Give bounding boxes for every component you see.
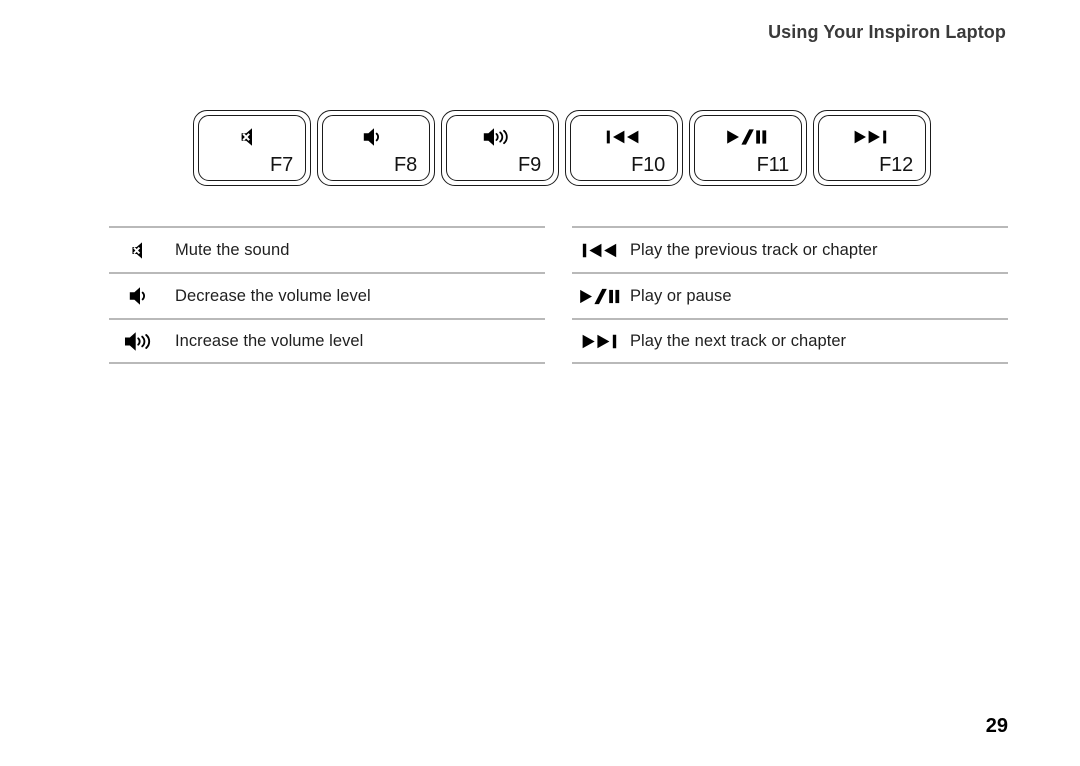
- legend-right-row-0-text: Play the previous track or chapter: [630, 240, 878, 259]
- function-key-f8-face: F8: [322, 115, 430, 181]
- table-row: Play the previous track or chapter: [572, 226, 1008, 272]
- function-key-f7-face: F7: [198, 115, 306, 181]
- table-row: Decrease the volume level: [109, 272, 545, 318]
- table-row: Mute the sound: [109, 226, 545, 272]
- next-track-icon: [819, 124, 925, 150]
- legend-table-right: Play the previous track or chapter Play …: [572, 226, 1008, 364]
- legend-left-row-1-text: Decrease the volume level: [175, 286, 371, 305]
- legend-table-left: Mute the sound Decrease the volume level…: [109, 226, 545, 364]
- function-key-f7[interactable]: F7: [193, 110, 311, 186]
- function-key-f8[interactable]: F8: [317, 110, 435, 186]
- volume-down-icon: [323, 124, 429, 150]
- function-key-f12-face: F12: [818, 115, 926, 181]
- function-key-f11-face: F11: [694, 115, 802, 181]
- legend-right-row-2-text: Play the next track or chapter: [630, 331, 847, 350]
- page-header-title: Using Your Inspiron Laptop: [768, 22, 1006, 42]
- function-key-f8-label: F8: [394, 154, 417, 176]
- table-row: Play or pause: [572, 272, 1008, 318]
- previous-track-icon: [571, 124, 677, 150]
- volume-up-icon: [447, 124, 553, 150]
- function-key-f10-face: F10: [570, 115, 678, 181]
- page-number: 29: [985, 715, 1008, 737]
- next-track-icon: [572, 333, 630, 350]
- previous-track-icon: [572, 242, 630, 259]
- function-key-f12-label: F12: [879, 154, 913, 176]
- table-row: Increase the volume level: [109, 318, 545, 364]
- mute-icon: [199, 124, 305, 150]
- legend-left-row-2-text: Increase the volume level: [175, 331, 364, 350]
- function-key-f11[interactable]: F11: [689, 110, 807, 186]
- function-key-f10[interactable]: F10: [565, 110, 683, 186]
- legend-right-row-1-text: Play or pause: [630, 286, 732, 305]
- legend-left-row-0-text: Mute the sound: [175, 240, 290, 259]
- function-key-f9[interactable]: F9: [441, 110, 559, 186]
- function-key-f7-label: F7: [270, 154, 293, 176]
- function-key-f9-face: F9: [446, 115, 554, 181]
- function-key-f10-label: F10: [631, 154, 665, 176]
- function-key-row: F7 F8 F9 F10 F11 F12: [193, 110, 931, 186]
- mute-icon: [109, 241, 175, 260]
- function-key-f9-label: F9: [518, 154, 541, 176]
- volume-down-icon: [109, 286, 175, 306]
- play-pause-icon: [695, 124, 801, 150]
- play-pause-icon: [572, 288, 630, 305]
- volume-up-icon: [109, 331, 175, 352]
- function-key-f11-label: F11: [756, 154, 790, 176]
- table-row: Play the next track or chapter: [572, 318, 1008, 364]
- function-key-f12[interactable]: F12: [813, 110, 931, 186]
